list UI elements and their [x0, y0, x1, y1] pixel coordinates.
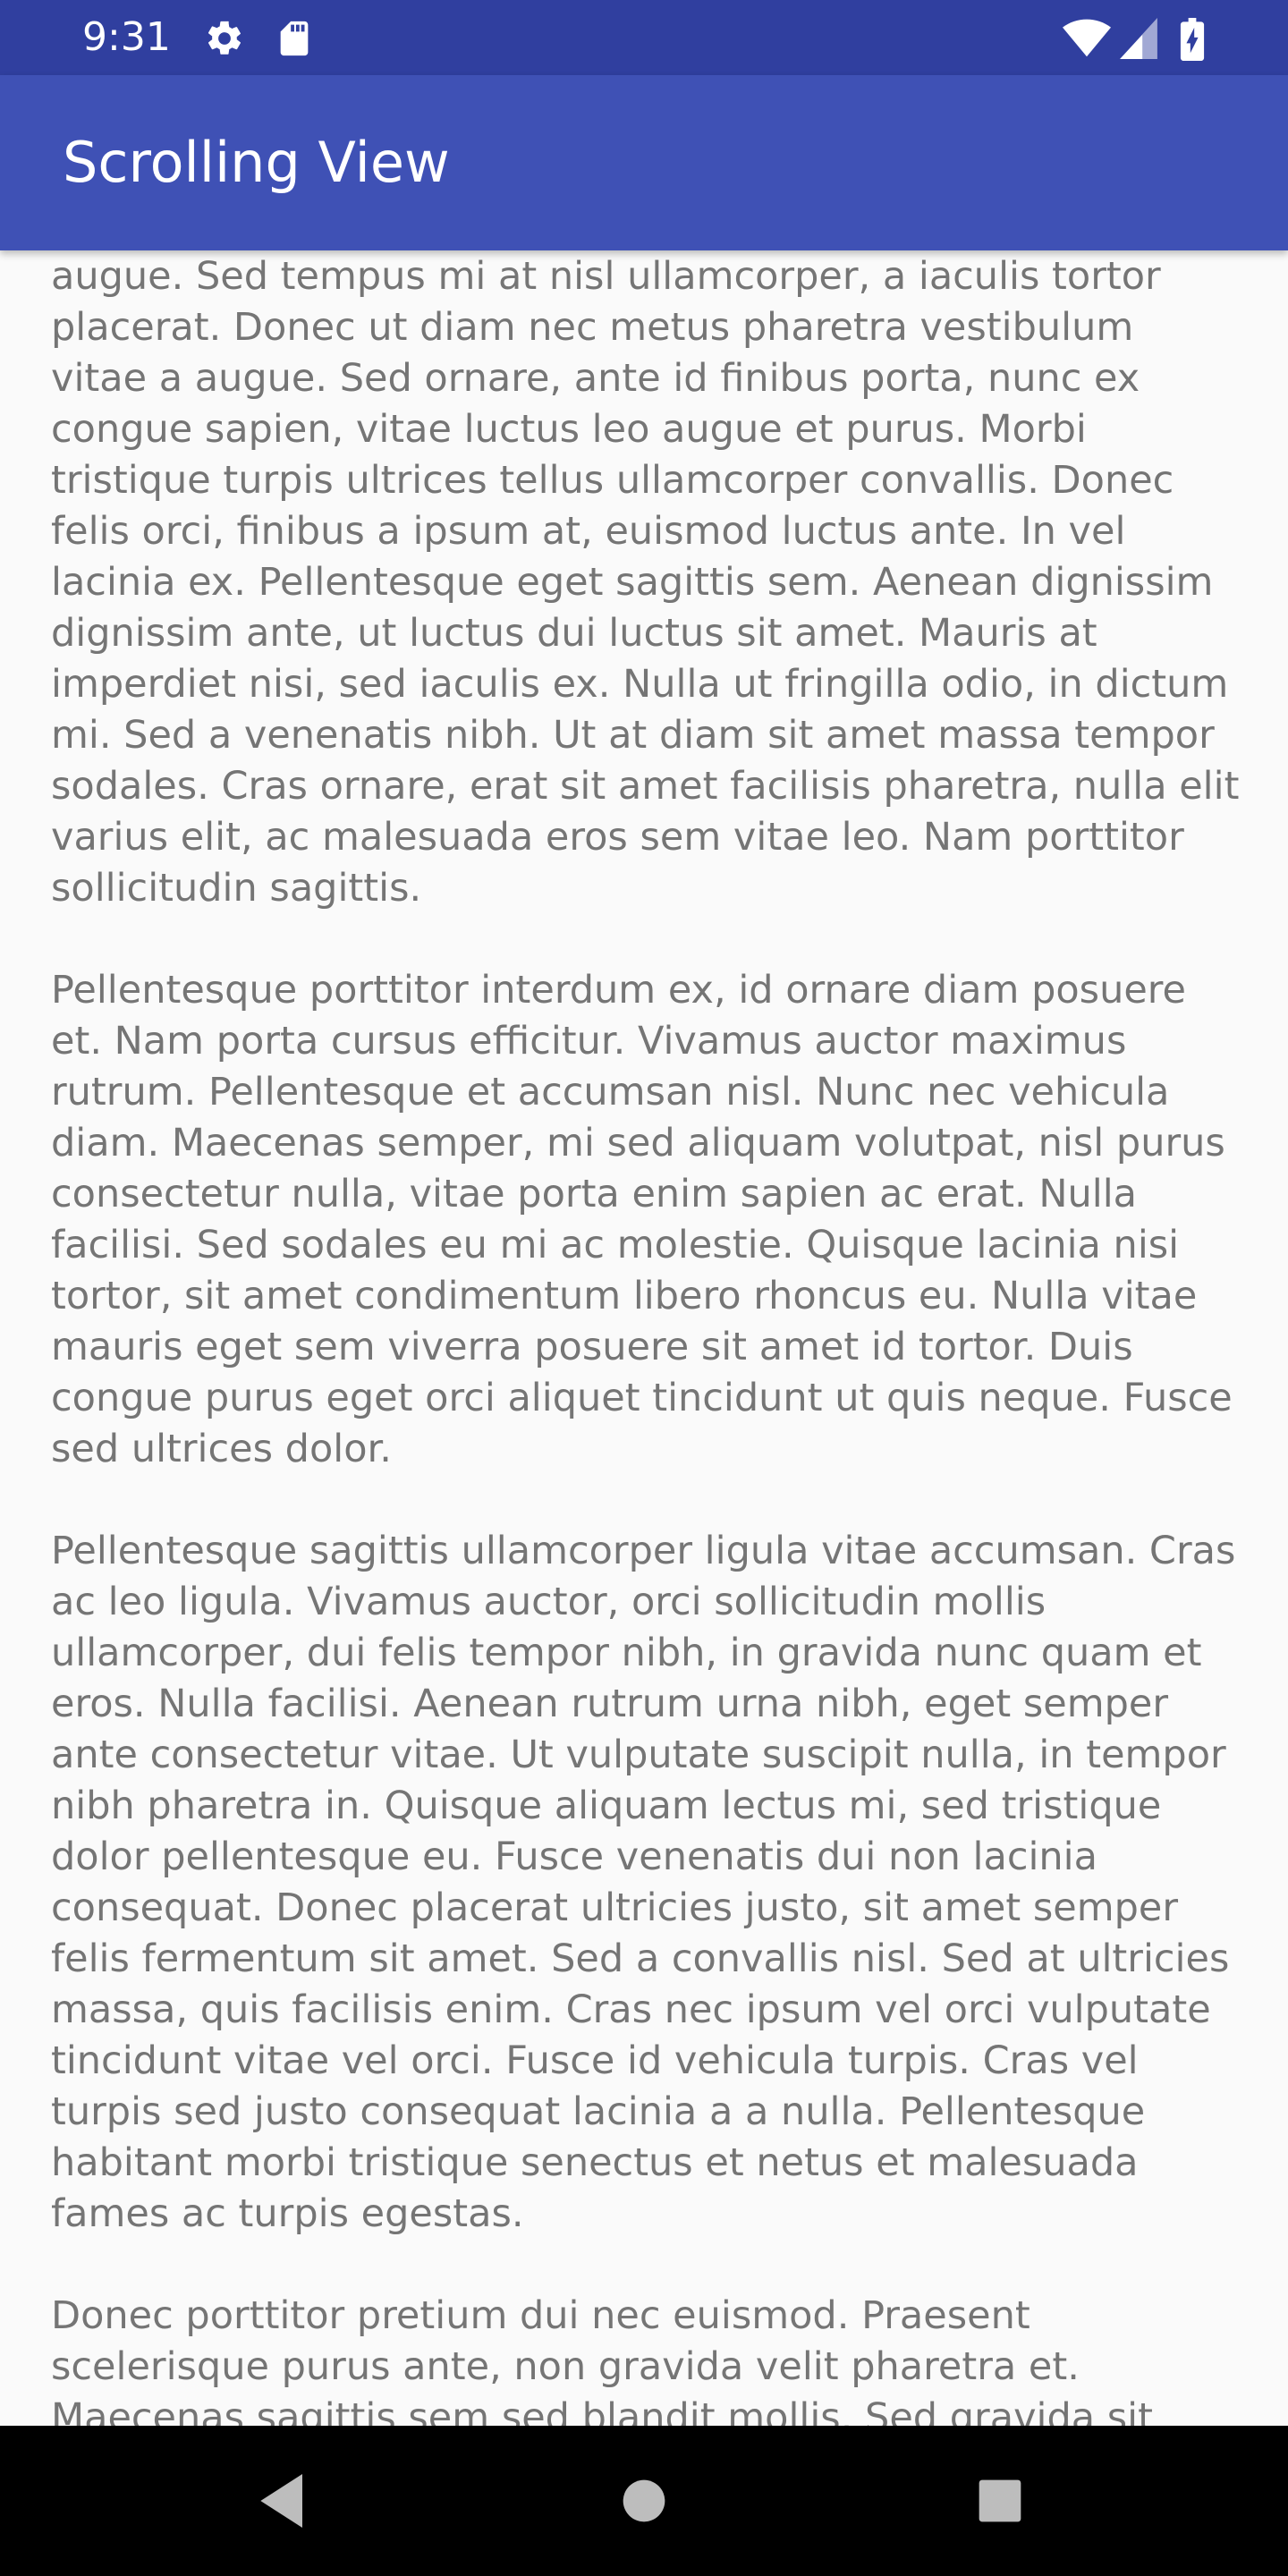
battery-charging-icon [1179, 18, 1206, 64]
article-text: Sed purus metus, scelerisque et leo vita… [51, 250, 1241, 2426]
paragraph: Sed purus metus, scelerisque et leo vita… [51, 254, 1240, 911]
paragraph: Donec porttitor pretium dui nec euismod.… [51, 2293, 1153, 2426]
paragraph: Pellentesque porttitor interdum ex, id o… [51, 968, 1233, 1471]
navigation-bar [0, 2426, 1288, 2576]
status-time: 9:31 [82, 14, 171, 60]
gear-icon [204, 18, 245, 63]
home-icon[interactable] [608, 2465, 680, 2537]
status-bar: 9:31 [0, 0, 1288, 75]
wifi-icon [1063, 18, 1111, 63]
back-icon[interactable] [249, 2465, 320, 2537]
signal-icon [1120, 18, 1157, 63]
scroll-view[interactable]: Sed purus metus, scelerisque et leo vita… [0, 250, 1288, 2426]
recents-icon[interactable] [964, 2465, 1036, 2537]
paragraph: Pellentesque sagittis ullamcorper ligula… [51, 1529, 1236, 2236]
app-title: Scrolling View [63, 130, 450, 195]
app-bar: Scrolling View [0, 75, 1288, 250]
sd-card-icon [274, 18, 315, 63]
